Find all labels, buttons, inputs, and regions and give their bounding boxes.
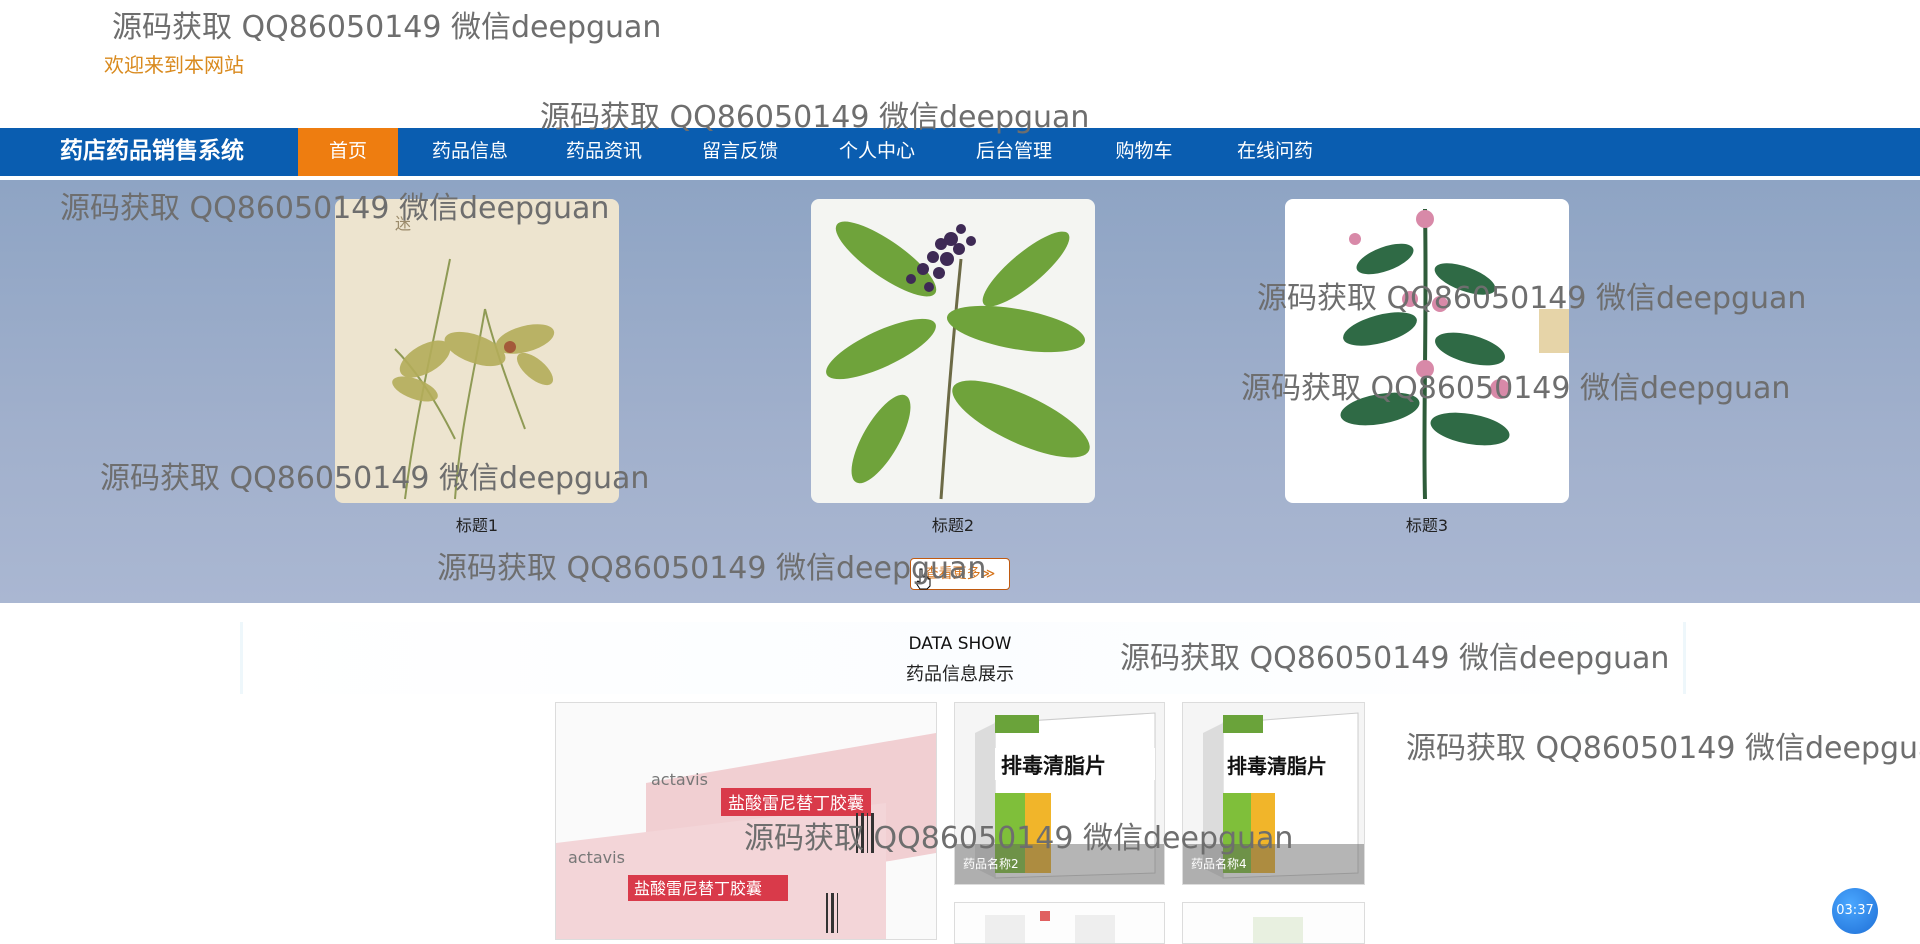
carousel-card-3[interactable]: [1285, 199, 1569, 503]
carousel-card-1-title[interactable]: 标题1: [335, 512, 619, 536]
data-show-title: DATA SHOW: [908, 634, 1012, 654]
flowering-plant-image: [1285, 199, 1569, 503]
product-card-3[interactable]: 排毒清脂片 药品名称4: [1182, 702, 1365, 885]
site-brand[interactable]: 药店药品销售系统: [60, 128, 244, 176]
product-name: 药品名称4: [1183, 844, 1364, 884]
herb-sketch-image: 迷: [335, 199, 619, 503]
data-show-subtitle: 药品信息展示: [906, 664, 1014, 685]
carousel-card-2[interactable]: [811, 199, 1095, 503]
nav-cart[interactable]: 购物车: [1092, 128, 1196, 176]
product-card-1[interactable]: 盐酸雷尼替丁胶囊 盐酸雷尼替丁胶囊 actavis actavis: [555, 702, 937, 940]
product-name: 药品名称2: [955, 844, 1164, 884]
hand-cursor-icon: [915, 568, 931, 590]
welcome-text: 欢迎来到本网站: [104, 53, 244, 77]
main-navbar: 药店药品销售系统 首页 药品信息 药品资讯 留言反馈 个人中心 后台管理 购物车…: [0, 128, 1920, 176]
nav-home[interactable]: 首页: [298, 128, 398, 176]
nav-personal-center[interactable]: 个人中心: [825, 128, 929, 176]
product-card-2[interactable]: 排毒清脂片 药品名称2: [954, 702, 1165, 885]
nav-feedback[interactable]: 留言反馈: [688, 128, 792, 176]
watermark: 源码获取 QQ86050149 微信deepguan: [112, 10, 662, 45]
svg-text:actavis: actavis: [651, 770, 708, 789]
svg-text:盐酸雷尼替丁胶囊: 盐酸雷尼替丁胶囊: [634, 879, 762, 898]
carousel-card-2-title[interactable]: 标题2: [811, 512, 1095, 536]
carousel-card-3-title[interactable]: 标题3: [1285, 512, 1569, 536]
berry-branch-image: [811, 199, 1095, 503]
svg-text:盐酸雷尼替丁胶囊: 盐酸雷尼替丁胶囊: [728, 794, 864, 814]
product-image: [955, 903, 1164, 943]
nav-online-consult[interactable]: 在线问药: [1220, 128, 1330, 176]
svg-text:actavis: actavis: [568, 848, 625, 867]
nav-admin[interactable]: 后台管理: [962, 128, 1066, 176]
floating-timer[interactable]: 03:37: [1832, 888, 1878, 934]
nav-drug-news[interactable]: 药品资讯: [552, 128, 656, 176]
svg-text:排毒清脂片: 排毒清脂片: [1001, 754, 1106, 778]
carousel-card-1[interactable]: 迷: [335, 199, 619, 503]
watermark: 源码获取 QQ86050149 微信deepgua: [1406, 731, 1920, 766]
product-image: [1183, 903, 1364, 943]
svg-text:迷: 迷: [395, 214, 411, 233]
nav-drug-info[interactable]: 药品信息: [418, 128, 522, 176]
ranitidine-box-image: 盐酸雷尼替丁胶囊 盐酸雷尼替丁胶囊 actavis actavis: [556, 703, 936, 939]
svg-text:排毒清脂片: 排毒清脂片: [1227, 754, 1327, 778]
